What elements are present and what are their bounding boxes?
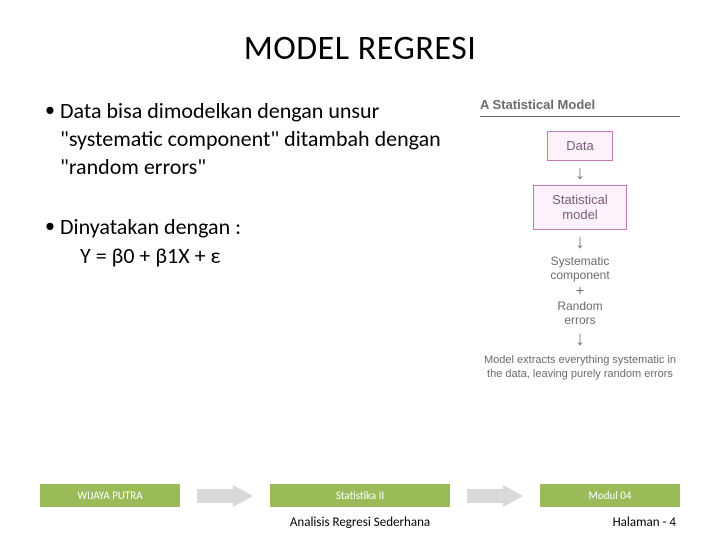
arrow-down-icon: ↓ [575,163,585,183]
diagram-heading: A Statistical Model [480,97,680,117]
equation: Y = β0 + β1X + ε [60,242,221,269]
slide-footer: WIJAYA PUTRA Statistika II Modul 04 Anal… [0,484,720,540]
content-row: • Data bisa dimodelkan dengan unsur "sys… [40,97,680,381]
bullet-list: • Data bisa dimodelkan dengan unsur "sys… [40,97,462,381]
bullet-marker: • [40,97,60,181]
diagram-line: Random [557,299,602,313]
arrow-down-icon: ↓ [575,329,585,349]
diagram-body: Data ↓ Statistical model ↓ Systematic co… [480,131,680,381]
tag-module: Modul 04 [540,484,680,507]
tag-course: Statistika II [270,484,450,507]
bullet-text: Dinyatakan dengan : Y = β0 + β1X + ε [60,213,462,269]
bullet-marker: • [40,213,60,269]
tag-row: WIJAYA PUTRA Statistika II Modul 04 [40,484,680,507]
diagram-box-model: Statistical model [533,185,627,230]
bullet-item: • Dinyatakan dengan : Y = β0 + β1X + ε [40,213,462,269]
diagram-line: component [550,268,609,282]
diagram-caption: Model extracts everything systematic in … [480,353,680,382]
bullet-item: • Data bisa dimodelkan dengan unsur "sys… [40,97,462,181]
bottom-row: Analisis Regresi Sederhana Halaman - 4 [40,515,680,530]
diagram-line: errors [564,313,595,327]
diagram-box-data: Data [547,131,612,161]
bullet-text: Data bisa dimodelkan dengan unsur "syste… [60,97,462,181]
arrow-down-icon: ↓ [575,232,585,252]
slide-title: MODEL REGRESI [40,28,680,69]
diagram-panel: A Statistical Model Data ↓ Statistical m… [480,97,680,381]
bullet-line: Dinyatakan dengan : [60,213,241,240]
tag-institution: WIJAYA PUTRA [40,484,180,507]
footer-subtitle: Analisis Regresi Sederhana [164,515,556,530]
diagram-line: Systematic [551,254,610,268]
chevron-right-icon [197,485,253,507]
plus-icon: + [576,282,584,299]
slide: MODEL REGRESI • Data bisa dimodelkan den… [0,0,720,540]
chevron-right-icon [467,485,523,507]
spacer [44,515,164,530]
page-number: Halaman - 4 [556,515,676,530]
